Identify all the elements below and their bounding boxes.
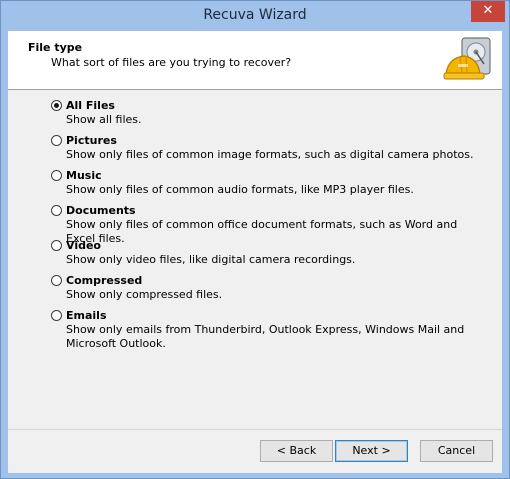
- option-description: Show all files.: [66, 113, 142, 126]
- option-description: Show only emails from Thunderbird, Outlo…: [66, 323, 465, 350]
- page-subtitle: What sort of files are you trying to rec…: [51, 56, 292, 69]
- option-label: Video: [66, 239, 101, 252]
- radio-all-files[interactable]: [51, 100, 62, 111]
- option-description: Show only files of common office documen…: [66, 218, 458, 245]
- wizard-header: File type What sort of files are you try…: [8, 31, 502, 90]
- option-label: Documents: [66, 204, 136, 217]
- radio-pictures[interactable]: [51, 135, 62, 146]
- hard-drive-with-hardhat-icon: [443, 37, 491, 80]
- wizard-client-area: File type What sort of files are you try…: [8, 31, 502, 473]
- back-button[interactable]: < Back: [260, 440, 333, 462]
- option-description: Show only files of common image formats,…: [66, 148, 474, 161]
- next-button[interactable]: Next >: [335, 440, 408, 462]
- option-label: Compressed: [66, 274, 143, 287]
- page-title: File type: [28, 41, 83, 54]
- option-label: Music: [66, 169, 102, 182]
- option-label: Pictures: [66, 134, 117, 147]
- radio-documents[interactable]: [51, 205, 62, 216]
- option-label: Emails: [66, 309, 107, 322]
- option-description: Show only files of common audio formats,…: [66, 183, 414, 196]
- option-label: All Files: [66, 99, 115, 112]
- radio-emails[interactable]: [51, 310, 62, 321]
- title-bar[interactable]: Recuva Wizard ✕: [1, 1, 509, 31]
- window-title: Recuva Wizard: [203, 7, 307, 23]
- footer-divider: [8, 429, 502, 430]
- recuva-wizard-window: Recuva Wizard ✕ File type What sort of f…: [0, 0, 510, 479]
- cancel-button[interactable]: Cancel: [420, 440, 493, 462]
- close-button[interactable]: ✕: [471, 1, 505, 22]
- radio-music[interactable]: [51, 170, 62, 181]
- option-description: Show only compressed files.: [66, 288, 223, 301]
- radio-compressed[interactable]: [51, 275, 62, 286]
- option-description: Show only video files, like digital came…: [66, 253, 356, 266]
- radio-video[interactable]: [51, 240, 62, 251]
